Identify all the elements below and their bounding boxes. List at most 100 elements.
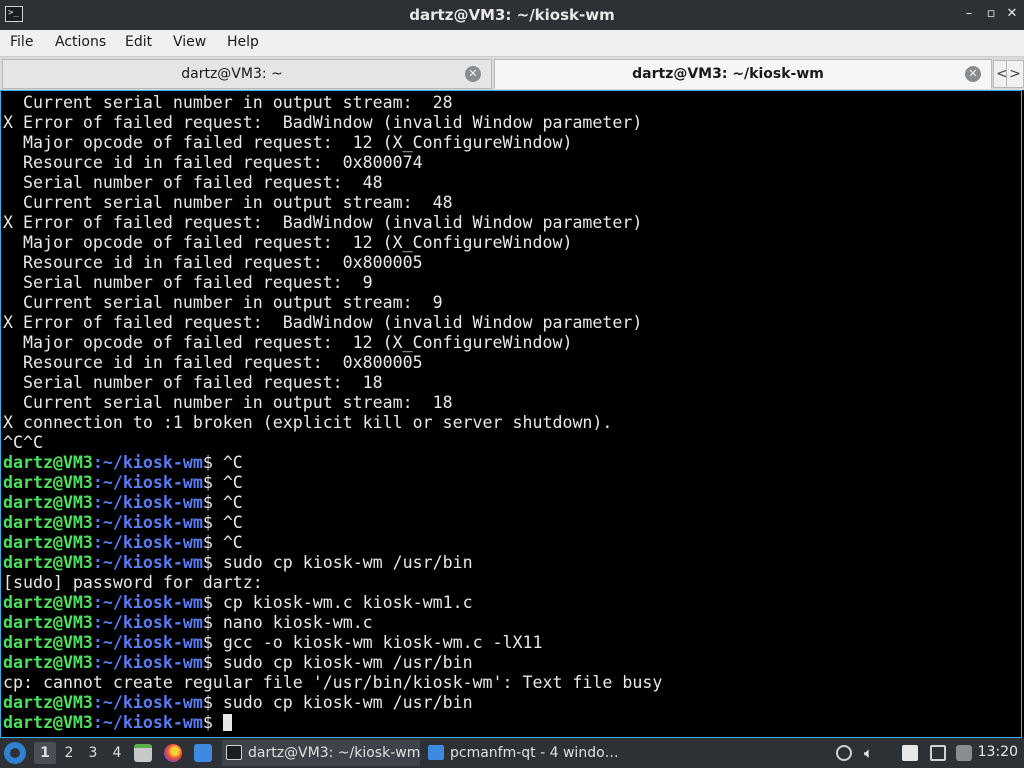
terminal-prompt-line: dartz@VM3:~/kiosk-wm$ ^C	[3, 533, 662, 553]
desktop-4-button[interactable]: 4	[106, 742, 128, 764]
task-pcmanfm[interactable]: pcmanfm-qt - 4 windo…	[424, 740, 620, 766]
prompt-command: sudo cp kiosk-wm /usr/bin	[212, 653, 473, 672]
menu-file[interactable]: File	[10, 34, 33, 50]
menu-help[interactable]: Help	[227, 34, 259, 50]
prompt-command: sudo cp kiosk-wm /usr/bin	[212, 693, 473, 712]
prompt-symbol: $	[202, 613, 213, 632]
terminal-prompt-line: dartz@VM3:~/kiosk-wm$ cp kiosk-wm.c kios…	[3, 593, 662, 613]
tab-scroll-right-icon[interactable]: >	[1006, 60, 1024, 88]
prompt-symbol: $	[202, 493, 213, 512]
prompt-user: dartz@VM3	[3, 693, 93, 712]
desktop-3-button[interactable]: 3	[82, 742, 104, 764]
prompt-symbol: $	[202, 513, 213, 532]
firefox-icon[interactable]	[164, 744, 182, 762]
prompt-command: nano kiosk-wm.c	[212, 613, 373, 632]
terminal-output-line: Resource id in failed request: 0x800005	[3, 353, 662, 373]
prompt-user: dartz@VM3	[3, 473, 93, 492]
terminal-prompt-line: dartz@VM3:~/kiosk-wm$	[3, 713, 662, 733]
prompt-user: dartz@VM3	[3, 653, 93, 672]
window-title: dartz@VM3: ~/kiosk-wm	[409, 6, 615, 24]
prompt-symbol: $	[202, 693, 213, 712]
terminal-output-line: Current serial number in output stream: …	[3, 393, 662, 413]
network-icon[interactable]	[930, 745, 946, 761]
terminal-output-line: Serial number of failed request: 18	[3, 373, 662, 393]
terminal-prompt-line: dartz@VM3:~/kiosk-wm$ ^C	[3, 493, 662, 513]
prompt-path: :~/kiosk-wm	[92, 693, 203, 712]
output-text: Current serial number in output stream: …	[3, 93, 453, 112]
tab-label: dartz@VM3: ~	[181, 66, 283, 82]
tab-label: dartz@VM3: ~/kiosk-wm	[632, 66, 824, 82]
terminal-cursor	[222, 714, 232, 731]
terminal-output-line: Resource id in failed request: 0x800074	[3, 153, 662, 173]
tab-close-icon[interactable]: ✕	[465, 66, 481, 82]
terminal-prompt-line: dartz@VM3:~/kiosk-wm$ gcc -o kiosk-wm ki…	[3, 633, 662, 653]
window-titlebar[interactable]: >_ dartz@VM3: ~/kiosk-wm – ▫ ✕	[0, 0, 1024, 30]
tab-home[interactable]: dartz@VM3: ~ ✕	[2, 59, 492, 89]
terminal-output-line: X Error of failed request: BadWindow (in…	[3, 313, 662, 333]
show-desktop-icon[interactable]	[134, 744, 152, 762]
output-text: [sudo] password for dartz:	[3, 573, 263, 592]
clock[interactable]: 13:20	[978, 744, 1018, 760]
terminal-prompt-line: dartz@VM3:~/kiosk-wm$ ^C	[3, 453, 662, 473]
prompt-user: dartz@VM3	[3, 533, 93, 552]
prompt-command: ^C	[212, 473, 243, 492]
tab-close-icon[interactable]: ✕	[965, 66, 981, 82]
prompt-symbol: $	[202, 533, 213, 552]
prompt-user: dartz@VM3	[3, 493, 93, 512]
terminal-output-line: Serial number of failed request: 48	[3, 173, 662, 193]
prompt-command: sudo cp kiosk-wm /usr/bin	[212, 553, 473, 572]
prompt-command: ^C	[212, 453, 243, 472]
updates-icon[interactable]	[956, 745, 972, 761]
menubar: File Actions Edit View Help	[0, 30, 1024, 57]
prompt-path: :~/kiosk-wm	[92, 593, 203, 612]
terminal-prompt-line: dartz@VM3:~/kiosk-wm$ sudo cp kiosk-wm /…	[3, 693, 662, 713]
prompt-user: dartz@VM3	[3, 633, 93, 652]
maximize-icon[interactable]: ▫	[984, 7, 998, 21]
output-text: Serial number of failed request: 18	[3, 373, 383, 392]
output-text: Major opcode of failed request: 12 (X_Co…	[3, 133, 573, 152]
tab-kiosk-wm[interactable]: dartz@VM3: ~/kiosk-wm ✕	[494, 59, 992, 89]
prompt-command: ^C	[212, 533, 243, 552]
terminal-view[interactable]: Current serial number in output stream: …	[0, 90, 1022, 738]
terminal-prompt-line: dartz@VM3:~/kiosk-wm$ nano kiosk-wm.c	[3, 613, 662, 633]
prompt-path: :~/kiosk-wm	[92, 533, 203, 552]
prompt-command: ^C	[212, 493, 243, 512]
desktop-1-button[interactable]: 1	[34, 742, 56, 764]
prompt-symbol: $	[202, 653, 213, 672]
menu-actions[interactable]: Actions	[55, 34, 106, 50]
terminal-output-line: [sudo] password for dartz:	[3, 573, 662, 593]
terminal-output-line: Current serial number in output stream: …	[3, 193, 662, 213]
prompt-user: dartz@VM3	[3, 613, 93, 632]
prompt-command: gcc -o kiosk-wm kiosk-wm.c -lX11	[212, 633, 543, 652]
prompt-path: :~/kiosk-wm	[92, 513, 203, 532]
prompt-path: :~/kiosk-wm	[92, 633, 203, 652]
terminal-output-line: Major opcode of failed request: 12 (X_Co…	[3, 133, 662, 153]
prompt-command	[213, 713, 223, 732]
prompt-symbol: $	[202, 453, 213, 472]
terminal-output-line: Serial number of failed request: 9	[3, 273, 662, 293]
file-manager-icon[interactable]	[194, 744, 212, 762]
prompt-user: dartz@VM3	[3, 593, 93, 612]
close-icon[interactable]: ✕	[1005, 7, 1019, 21]
terminal-output: Current serial number in output stream: …	[3, 93, 662, 733]
task-terminal[interactable]: dartz@VM3: ~/kiosk-wm	[222, 740, 420, 766]
terminal-output-line: cp: cannot create regular file '/usr/bin…	[3, 673, 662, 693]
terminal-prompt-line: dartz@VM3:~/kiosk-wm$ sudo cp kiosk-wm /…	[3, 553, 662, 573]
tab-bar: dartz@VM3: ~ ✕ dartz@VM3: ~/kiosk-wm ✕ <…	[0, 57, 1024, 90]
menu-edit[interactable]: Edit	[125, 34, 152, 50]
minimize-icon[interactable]: –	[962, 7, 976, 21]
tray-status-icon[interactable]	[836, 745, 852, 761]
desktop-2-button[interactable]: 2	[58, 742, 80, 764]
terminal-prompt-line: dartz@VM3:~/kiosk-wm$ ^C	[3, 513, 662, 533]
terminal-output-line: Major opcode of failed request: 12 (X_Co…	[3, 333, 662, 353]
prompt-symbol: $	[202, 713, 213, 732]
clipboard-icon[interactable]	[902, 745, 918, 761]
output-text: Serial number of failed request: 9	[3, 273, 373, 292]
folder-icon	[428, 745, 444, 760]
volume-icon[interactable]: 🔈︎	[864, 745, 880, 761]
menu-view[interactable]: View	[173, 34, 206, 50]
output-text: ^C^C	[3, 433, 43, 452]
start-menu-icon[interactable]	[4, 742, 26, 764]
terminal-output-line: Current serial number in output stream: …	[3, 93, 662, 113]
prompt-symbol: $	[202, 633, 213, 652]
